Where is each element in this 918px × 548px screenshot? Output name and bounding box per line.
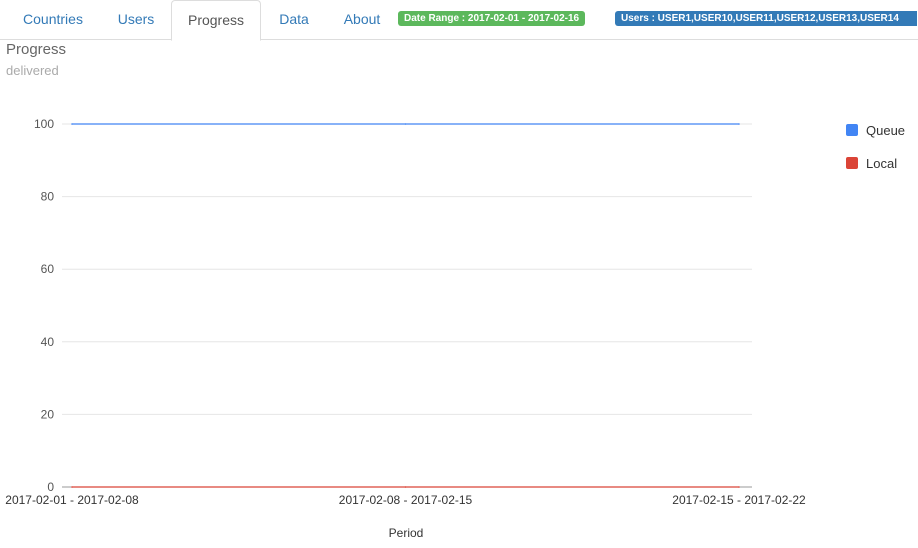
legend-label-local: Local bbox=[866, 156, 898, 171]
y-axis-ticks: 0 20 40 60 80 100 bbox=[34, 117, 54, 494]
chart-gridlines bbox=[62, 123, 752, 488]
x-axis-ticks: 2017-02-01 - 2017-02-08 2017-02-08 - 2017… bbox=[5, 493, 806, 507]
data-point-queue[interactable] bbox=[404, 123, 407, 125]
legend-swatch-local bbox=[846, 157, 858, 169]
x-tick-label: 2017-02-01 - 2017-02-08 bbox=[5, 493, 139, 507]
chart-series bbox=[71, 123, 740, 488]
data-point-local[interactable] bbox=[71, 486, 73, 488]
x-axis-label: Period bbox=[389, 526, 424, 540]
y-tick-label: 20 bbox=[41, 407, 55, 421]
x-tick-label: 2017-02-08 - 2017-02-15 bbox=[339, 493, 473, 507]
legend-swatch-queue bbox=[846, 124, 858, 136]
data-point-queue[interactable] bbox=[738, 123, 740, 125]
y-tick-label: 80 bbox=[41, 190, 55, 204]
data-point-local[interactable] bbox=[738, 486, 740, 488]
data-point-local[interactable] bbox=[404, 486, 407, 488]
y-tick-label: 100 bbox=[34, 117, 54, 131]
y-tick-label: 40 bbox=[41, 335, 55, 349]
y-tick-label: 0 bbox=[47, 480, 54, 494]
y-tick-label: 60 bbox=[41, 262, 55, 276]
legend-label-queue: Queue bbox=[866, 123, 906, 138]
progress-line-chart: 020406080100 2017-02-01 - 2017-02-08 2017… bbox=[5, 117, 806, 540]
x-tick-label: 2017-02-15 - 2017-02-22 bbox=[672, 493, 806, 507]
data-point-queue[interactable] bbox=[71, 123, 73, 125]
